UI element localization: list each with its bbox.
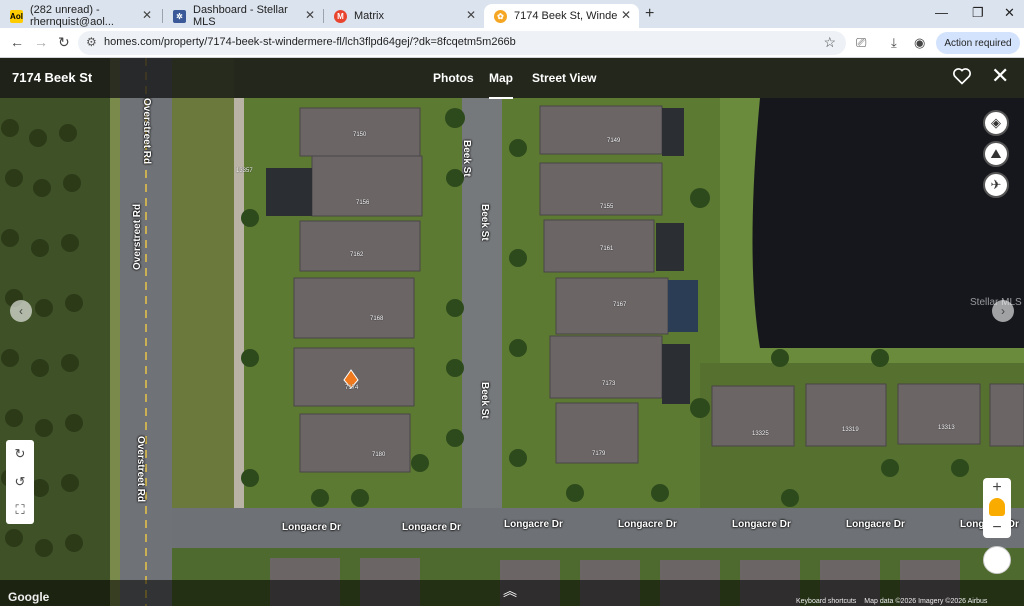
street-label-overstreet-3: Overstreet Rd (135, 436, 146, 503)
action-required-button[interactable]: Action required (936, 32, 1020, 54)
zoom-in-button[interactable]: + (983, 478, 1011, 498)
homes-icon: ✿ (494, 10, 507, 23)
house-number: 13313 (938, 425, 955, 431)
rotate-counterclockwise-icon[interactable]: ↺ (6, 468, 34, 496)
rotate-clockwise-icon[interactable]: ↻ (6, 440, 34, 468)
house-number: 7180 (372, 452, 386, 458)
aol-icon: Aol (10, 10, 23, 23)
house-number: 7179 (592, 451, 606, 457)
layers-icon[interactable]: ◈ (983, 110, 1009, 136)
tab-stellar-dashboard[interactable]: ✲ Dashboard - Stellar MLS ✕ (163, 4, 323, 28)
gear-icon: ✲ (173, 10, 186, 23)
map-data-credit: Map data ©2026 Imagery ©2026 Airbus (864, 598, 988, 605)
close-icon[interactable]: ✕ (466, 8, 476, 22)
maximize-icon[interactable]: ❐ (972, 5, 984, 21)
street-label-beek-2: Beek St (479, 204, 490, 241)
tab-label: Matrix (354, 10, 384, 22)
house-number: 13319 (842, 427, 859, 433)
tab-street-view[interactable]: Street View (532, 71, 596, 85)
close-icon[interactable]: ✕ (991, 65, 1009, 87)
prev-arrow-icon[interactable]: ‹ (10, 300, 32, 322)
house-number: 7167 (613, 302, 627, 308)
back-arrow-icon[interactable]: ← (10, 34, 24, 50)
keyboard-shortcuts-link[interactable]: Keyboard shortcuts (796, 598, 856, 605)
matrix-icon: M (334, 10, 347, 23)
tab-map[interactable]: Map (489, 71, 513, 99)
street-label-longacre-5: Longacre Dr (732, 519, 791, 530)
chevron-up-icon[interactable]: ︽ (503, 581, 517, 601)
heart-icon[interactable] (952, 66, 972, 86)
new-tab-button[interactable]: + (645, 5, 654, 23)
street-label-overstreet-2: Overstreet Rd (132, 203, 143, 270)
site-info-icon[interactable]: ⚙ (86, 35, 97, 49)
street-label-longacre-3: Longacre Dr (504, 519, 563, 530)
street-label-longacre-4: Longacre Dr (618, 519, 677, 530)
rotate-controls: ↻ ↺ ⛶ (6, 440, 34, 524)
close-icon[interactable]: ✕ (142, 8, 152, 22)
street-label-longacre-2: Longacre Dr (402, 522, 461, 533)
next-arrow-icon[interactable]: › (992, 300, 1014, 322)
house-number: 7155 (600, 204, 614, 210)
map-attribution: Keyboard shortcuts Map data ©2026 Imager… (796, 598, 993, 605)
reload-icon[interactable]: ↻ (58, 34, 70, 51)
house-number: 7173 (602, 381, 616, 387)
house-number: 7156 (356, 200, 370, 206)
close-icon[interactable]: ✕ (621, 8, 631, 22)
tab-matrix[interactable]: M Matrix ✕ (324, 4, 484, 28)
property-header: 7174 Beek St Photos Map Street View ✕ (0, 58, 1024, 99)
street-label-longacre-1: Longacre Dr (282, 522, 341, 533)
tab-aol-mail[interactable]: Aol (282 unread) - rhernquist@aol... ✕ (0, 4, 160, 28)
house-number: 7162 (350, 252, 364, 258)
window-close-icon[interactable]: ✕ (1004, 5, 1015, 21)
browser-toolbar: ← → ↻ ⚙ homes.com/property/7174-beek-st-… (0, 28, 1024, 58)
bookmark-star-icon[interactable]: ☆ (823, 34, 836, 51)
page-title: 7174 Beek St (12, 70, 93, 85)
street-label-beek-3: Beek St (479, 382, 490, 419)
tab-photos[interactable]: Photos (433, 71, 474, 85)
tab-label: 7174 Beek St, Windermere, FL 3 (514, 10, 618, 22)
house-number: 7149 (607, 138, 621, 144)
minimize-icon[interactable]: — (935, 5, 948, 20)
satellite-icon[interactable]: ✈ (983, 172, 1009, 198)
house-number: 7150 (353, 132, 367, 138)
house-number: 7161 (600, 246, 614, 252)
tab-homes-property[interactable]: ✿ 7174 Beek St, Windermere, FL 3 ✕ (484, 4, 639, 28)
cast-icon[interactable]: ⎚ (856, 35, 866, 51)
street-label-overstreet-1: Overstreet Rd (141, 98, 152, 165)
close-icon[interactable]: ✕ (305, 8, 315, 22)
tab-label: Dashboard - Stellar MLS (193, 4, 288, 28)
tab-label: (282 unread) - rhernquist@aol... (30, 4, 114, 28)
terrain-icon[interactable]: ⛰ (983, 141, 1009, 167)
browser-tab-bar: Aol (282 unread) - rhernquist@aol... ✕ ✲… (0, 0, 1024, 28)
house-number: 13357 (236, 168, 253, 174)
audio-icon[interactable] (983, 546, 1011, 574)
forward-arrow-icon[interactable]: → (34, 34, 48, 50)
url-text: homes.com/property/7174-beek-st-winderme… (104, 36, 516, 48)
address-bar[interactable]: ⚙ homes.com/property/7174-beek-st-winder… (78, 31, 846, 55)
profile-icon[interactable]: ◉ (914, 35, 925, 51)
house-number-subject: 7174 (345, 385, 359, 391)
tilt-icon[interactable]: ⛶ (6, 496, 34, 524)
google-logo: Google (8, 590, 50, 604)
zoom-out-button[interactable]: − (983, 518, 1011, 538)
download-icon[interactable]: ⤓ (891, 35, 897, 51)
street-label-beek-1: Beek St (461, 140, 472, 177)
street-label-longacre-6: Longacre Dr (846, 519, 905, 530)
pegman-icon[interactable] (989, 498, 1005, 516)
house-number: 7168 (370, 316, 384, 322)
house-number: 13325 (752, 431, 769, 437)
